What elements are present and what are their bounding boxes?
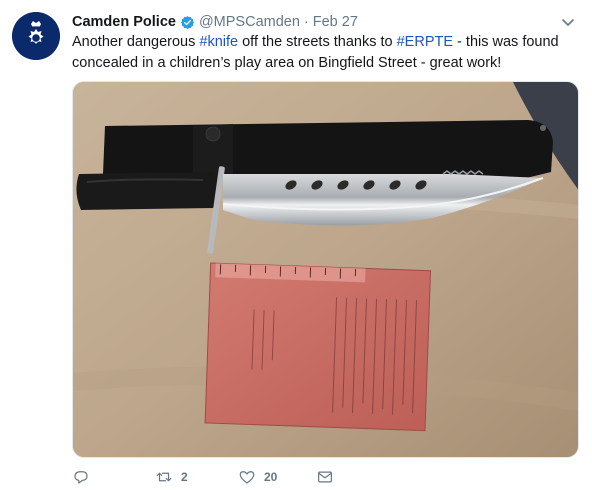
tweet-photo[interactable] <box>72 81 579 458</box>
author-name[interactable]: Camden Police <box>72 14 176 30</box>
timestamp[interactable]: Feb 27 <box>313 14 358 30</box>
envelope-icon <box>318 471 332 483</box>
hashtag-link[interactable]: #knife <box>199 34 238 50</box>
heart-icon <box>239 471 255 484</box>
chevron-down-icon[interactable] <box>560 14 576 30</box>
tweet-text: Another dangerous #knife off the streets… <box>72 32 582 74</box>
retweet-icon <box>156 472 172 482</box>
tweet[interactable]: Camden Police @MPSCamden · Feb 27 Anothe… <box>0 0 592 490</box>
retweet-button[interactable]: 2 <box>155 468 188 486</box>
tweet-header: Camden Police @MPSCamden · Feb 27 <box>72 12 580 32</box>
action-bar: 2 20 <box>72 464 472 488</box>
like-button[interactable]: 20 <box>238 468 277 486</box>
verified-badge-icon <box>180 15 195 29</box>
text-segment: Another dangerous <box>72 34 200 50</box>
reply-icon <box>74 471 88 484</box>
avatar[interactable] <box>12 12 60 60</box>
met-police-crest-icon <box>12 12 60 60</box>
separator-dot: · <box>303 14 309 30</box>
like-count: 20 <box>264 470 278 484</box>
hashtag-link[interactable]: #ERPTE <box>397 34 453 50</box>
knife-photo <box>73 82 578 457</box>
retweet-count: 2 <box>181 470 188 484</box>
author-handle[interactable]: @MPSCamden <box>199 14 300 30</box>
reply-button[interactable] <box>72 468 98 486</box>
dm-button[interactable] <box>316 468 334 486</box>
text-segment: off the streets thanks to <box>238 34 397 50</box>
